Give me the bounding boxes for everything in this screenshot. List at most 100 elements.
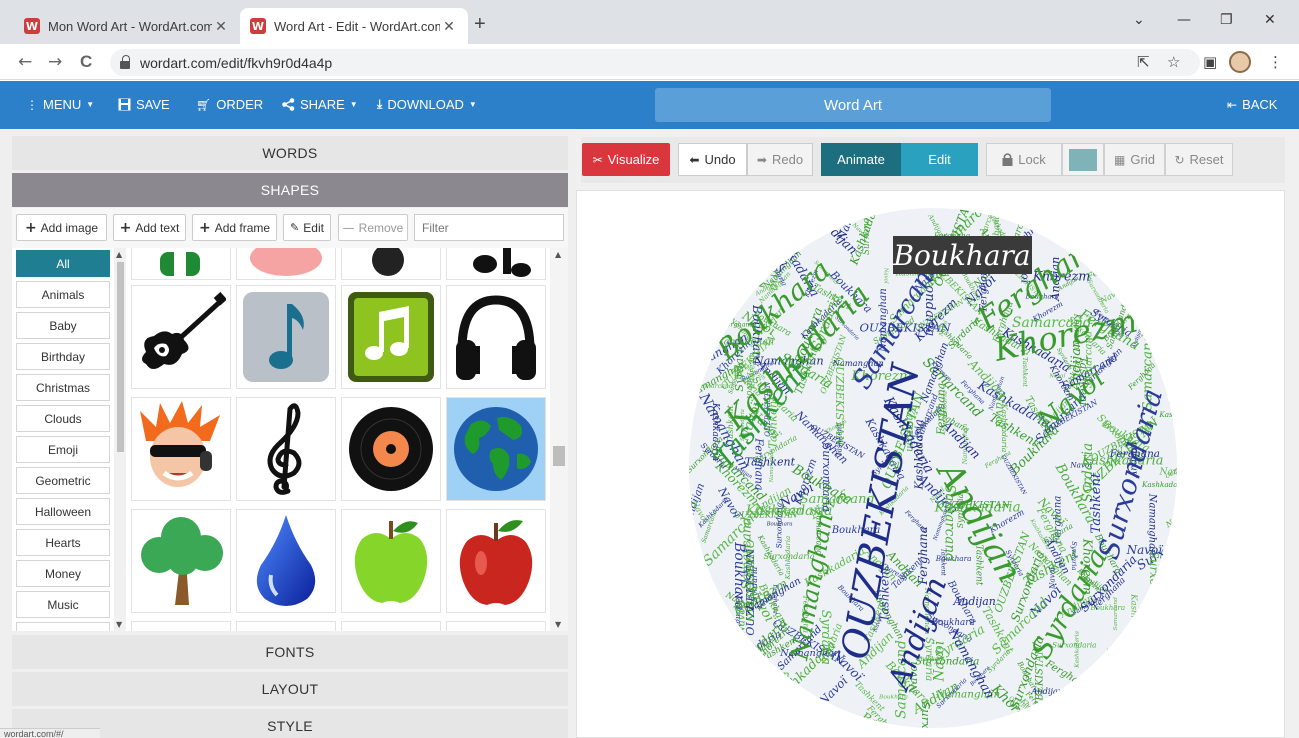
scroll-up-icon[interactable]: ▲	[555, 250, 561, 259]
filter-input[interactable]	[414, 214, 564, 241]
new-tab-button[interactable]: +	[474, 13, 486, 36]
share-icon	[282, 98, 295, 111]
browser-menu-icon[interactable]: ⋮	[1268, 53, 1283, 71]
reset-button[interactable]: ↻ Reset	[1165, 143, 1233, 176]
order-button[interactable]: 🛒︎ ORDER	[196, 97, 263, 112]
category-animals[interactable]: Animals	[16, 281, 110, 308]
restore-icon[interactable]: ❐	[1220, 12, 1233, 28]
category-hearts[interactable]: Hearts	[16, 529, 110, 556]
undo-button[interactable]: ⬅ Undo	[678, 143, 747, 176]
lock-button[interactable]: Lock	[986, 143, 1062, 176]
wordart-canvas[interactable]: Navoï Surxondaria Kashkadaria Namanghan Navo…	[576, 190, 1285, 738]
shape-cell[interactable]	[341, 621, 441, 631]
menu-button[interactable]: ⋮ MENU ▼	[26, 97, 94, 112]
category-clouds[interactable]: Clouds	[16, 405, 110, 432]
color-swatch-button[interactable]	[1062, 143, 1104, 176]
category-next[interactable]	[16, 622, 110, 631]
bookmark-star-icon[interactable]: ☆	[1167, 53, 1180, 71]
shape-cell[interactable]	[131, 397, 231, 501]
download-button[interactable]: ⤓ DOWNLOAD ▼	[377, 97, 477, 112]
cloud-word-small: Andijan	[1164, 227, 1173, 258]
visualize-button[interactable]: ✂ Visualize	[582, 143, 670, 176]
side-panel-icon[interactable]: ▣	[1203, 53, 1217, 71]
order-label: ORDER	[216, 97, 264, 112]
shape-cell[interactable]	[446, 621, 546, 631]
shape-cell[interactable]	[131, 509, 231, 613]
back-arrow-icon[interactable]: ←	[18, 52, 32, 72]
cloud-word-small: Andijan	[1144, 201, 1182, 239]
water-drop-icon	[256, 515, 316, 606]
browser-tab-2[interactable]: W Word Art - Edit - WordArt.com ✕	[240, 8, 468, 44]
category-money[interactable]: Money	[16, 560, 110, 587]
shape-cell[interactable]	[236, 621, 336, 631]
close-icon[interactable]: ✕	[212, 18, 230, 35]
cloud-word-small: Tashkent	[1104, 644, 1135, 687]
profile-avatar[interactable]	[1229, 51, 1251, 73]
cloud-word-small: Namanghan	[1090, 677, 1163, 727]
scroll-up-icon[interactable]: ▲	[116, 250, 122, 259]
url-field[interactable]: wordart.com/edit/fkvh9r0d4a4p	[110, 49, 1200, 76]
section-fonts[interactable]: FONTS	[12, 635, 568, 669]
close-icon[interactable]: ✕	[440, 18, 458, 35]
animate-button[interactable]: Animate	[821, 143, 901, 176]
minimize-icon[interactable]: —	[1177, 12, 1191, 28]
tab-search-icon[interactable]: ⌄	[1133, 12, 1145, 28]
lock-icon[interactable]	[120, 54, 130, 69]
category-birthday[interactable]: Birthday	[16, 343, 110, 370]
shape-cell[interactable]	[131, 248, 231, 280]
category-music[interactable]: Music	[16, 591, 110, 618]
category-christmas[interactable]: Christmas	[16, 374, 110, 401]
forward-arrow-icon[interactable]: →	[48, 52, 62, 72]
cloud-word-small: Surxondaria	[940, 391, 948, 432]
category-scrollbar-thumb[interactable]	[117, 262, 124, 452]
gallery-scrollbar[interactable]	[550, 248, 568, 631]
shape-cell-selected[interactable]	[446, 397, 546, 501]
visualize-label: Visualize	[607, 152, 660, 167]
add-frame-button[interactable]: + Add frame	[192, 214, 277, 241]
grid-button[interactable]: ▦ Grid	[1104, 143, 1165, 176]
shape-cell[interactable]	[131, 285, 231, 389]
edit-shape-button[interactable]: ✎ Edit	[283, 214, 331, 241]
add-text-button[interactable]: + Add text	[113, 214, 186, 241]
edit-button[interactable]: Edit	[901, 143, 978, 176]
redo-button[interactable]: ➡ Redo	[747, 143, 813, 176]
save-button[interactable]: SAVE	[118, 97, 170, 112]
reload-icon[interactable]: C	[80, 52, 92, 72]
browser-tab-1[interactable]: W Mon Word Art - WordArt.com ✕	[14, 8, 240, 44]
shape-cell[interactable]	[446, 248, 546, 280]
shape-cell[interactable]	[131, 621, 231, 631]
back-button[interactable]: ⇤ BACK	[1227, 97, 1277, 112]
scroll-down-icon[interactable]: ▼	[116, 620, 122, 629]
section-layout[interactable]: LAYOUT	[12, 672, 568, 706]
remove-shape-button[interactable]: — Remove	[338, 214, 408, 241]
shape-cell[interactable]	[341, 285, 441, 389]
section-shapes[interactable]: SHAPES	[12, 173, 568, 207]
shape-cell[interactable]	[236, 285, 336, 389]
shape-cell[interactable]	[446, 509, 546, 613]
scroll-down-icon[interactable]: ▼	[555, 620, 561, 629]
category-all[interactable]: All	[16, 250, 110, 277]
window-close-icon[interactable]: ✕	[1264, 12, 1276, 28]
shape-cell[interactable]	[341, 397, 441, 501]
artwork-title-field[interactable]: Word Art	[655, 88, 1051, 122]
add-image-button[interactable]: + Add image	[16, 214, 107, 241]
cloud-word-small: Khorezm	[1060, 213, 1095, 248]
cloud-word-small: Boukhara	[1182, 298, 1225, 328]
cloud-word-small: Boukhara	[1159, 359, 1222, 404]
shape-cell[interactable]	[341, 509, 441, 613]
category-halloween[interactable]: Halloween	[16, 498, 110, 525]
share-page-icon[interactable]: ⇱	[1137, 53, 1150, 71]
shape-cell[interactable]	[236, 397, 336, 501]
shape-cell[interactable]	[236, 509, 336, 613]
category-geometric[interactable]: Geometric	[16, 467, 110, 494]
gallery-scrollbar-thumb[interactable]	[553, 446, 565, 466]
shape-cell[interactable]	[236, 248, 336, 280]
word-cloud-artwork[interactable]: NavoïSurxondariaKashkadariaNamanghanNavo…	[577, 191, 1286, 738]
music-note-icon	[243, 292, 329, 382]
shape-cell[interactable]	[341, 248, 441, 280]
section-words[interactable]: WORDS	[12, 136, 568, 170]
category-baby[interactable]: Baby	[16, 312, 110, 339]
category-emoji[interactable]: Emoji	[16, 436, 110, 463]
shape-cell[interactable]	[446, 285, 546, 389]
share-button[interactable]: SHARE ▼	[282, 97, 358, 112]
